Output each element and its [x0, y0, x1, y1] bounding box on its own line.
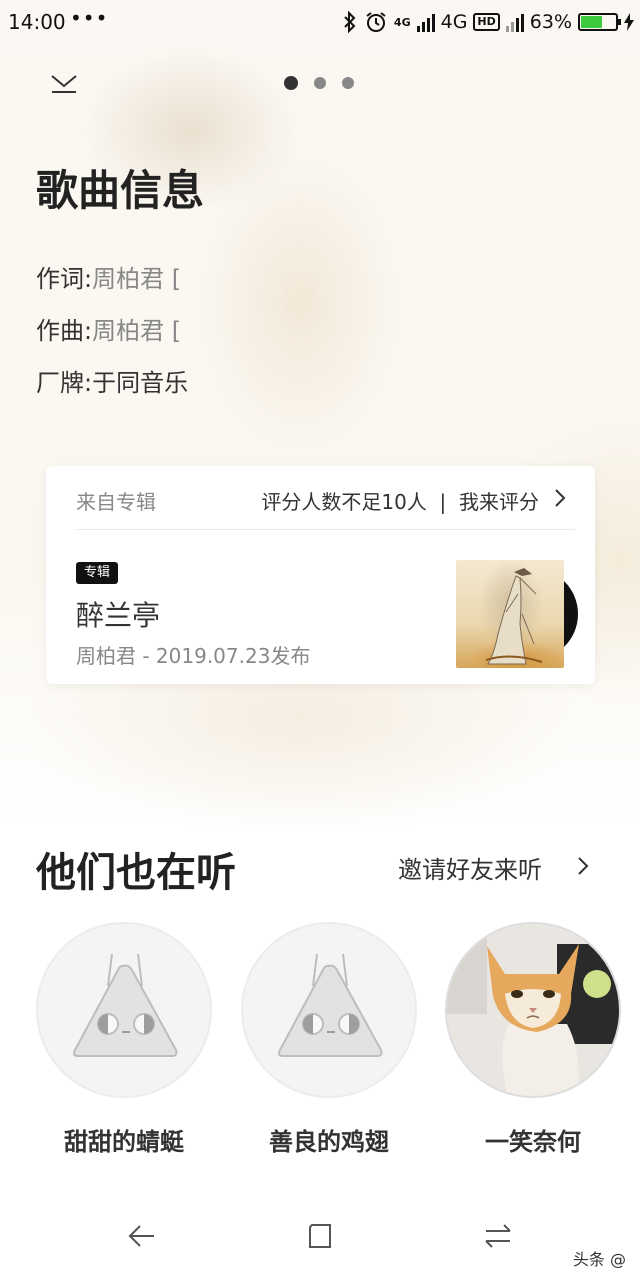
label-value: 于同音乐: [92, 369, 189, 397]
page-dot[interactable]: [342, 77, 354, 89]
battery-icon: [578, 13, 621, 31]
watermark: 头条 @: [572, 1250, 626, 1269]
signal-icon-2: [505, 12, 524, 32]
lyricist-value[interactable]: 周柏君 [: [92, 265, 181, 293]
hd-icon: HD: [473, 13, 500, 31]
signal-icon: [416, 12, 435, 32]
default-avatar-icon[interactable]: [36, 922, 212, 1098]
cover-figure: [485, 568, 543, 665]
album-meta: 周柏君 - 2019.07.23发布: [76, 644, 311, 668]
composer-value[interactable]: 周柏君 [: [92, 317, 181, 345]
listener-name[interactable]: 一笑奈何: [445, 1122, 621, 1157]
listener-item[interactable]: 一笑奈何: [445, 922, 621, 1157]
rate-button[interactable]: 评分人数不足10人 | 我来评分: [261, 486, 539, 515]
label-row: 厂牌:于同音乐: [36, 363, 188, 398]
invite-friends-link[interactable]: 邀请好友来听: [398, 850, 542, 885]
collapse-icon[interactable]: [46, 66, 82, 98]
listeners-title: 他们也在听: [36, 850, 236, 896]
from-album-label: 来自专辑: [76, 490, 156, 514]
label-label: 厂牌:: [36, 369, 93, 397]
cat-avatar[interactable]: [445, 922, 621, 1098]
listener-name[interactable]: 善良的鸡翅: [241, 1122, 417, 1157]
network-type: 4G: [440, 11, 468, 33]
page-indicator[interactable]: [284, 76, 354, 90]
back-icon[interactable]: [122, 1216, 162, 1256]
listener-item[interactable]: 善良的鸡翅: [241, 922, 417, 1157]
status-bar: 14:00 ••• 4G 4G HD 63%: [0, 0, 640, 44]
page-title: 歌曲信息: [36, 166, 205, 215]
listener-name[interactable]: 甜甜的蜻蜓: [36, 1122, 212, 1157]
battery-percent: 63%: [529, 11, 572, 33]
status-more-icon: •••: [70, 6, 109, 30]
album-cover: [456, 560, 564, 668]
page-dot[interactable]: [284, 76, 298, 90]
listener-item[interactable]: 甜甜的蜻蜓: [36, 922, 212, 1157]
divider: [76, 529, 575, 530]
recent-apps-icon[interactable]: [478, 1216, 518, 1256]
home-icon[interactable]: [300, 1216, 340, 1256]
album-name[interactable]: 醉兰亭: [76, 594, 160, 634]
bluetooth-icon: [344, 11, 356, 33]
composer-label: 作曲:: [36, 317, 93, 345]
network-type-small: 4G: [393, 15, 411, 29]
alarm-icon: [366, 12, 386, 32]
composer-row: 作曲:周柏君 [: [36, 311, 181, 346]
chevron-right-icon[interactable]: [574, 852, 592, 880]
lyricist-label: 作词:: [36, 265, 93, 293]
default-avatar-icon[interactable]: [241, 922, 417, 1098]
status-time: 14:00: [8, 10, 66, 34]
album-card[interactable]: 来自专辑 评分人数不足10人 | 我来评分 专辑 醉兰亭 周柏君 - 2019.…: [46, 466, 595, 684]
album-badge: 专辑: [76, 562, 119, 584]
album-art[interactable]: [456, 560, 578, 668]
charging-icon: [624, 13, 634, 31]
chevron-right-icon[interactable]: [551, 486, 569, 510]
lyricist-row: 作词:周柏君 [: [36, 259, 181, 294]
page-dot[interactable]: [314, 77, 326, 89]
